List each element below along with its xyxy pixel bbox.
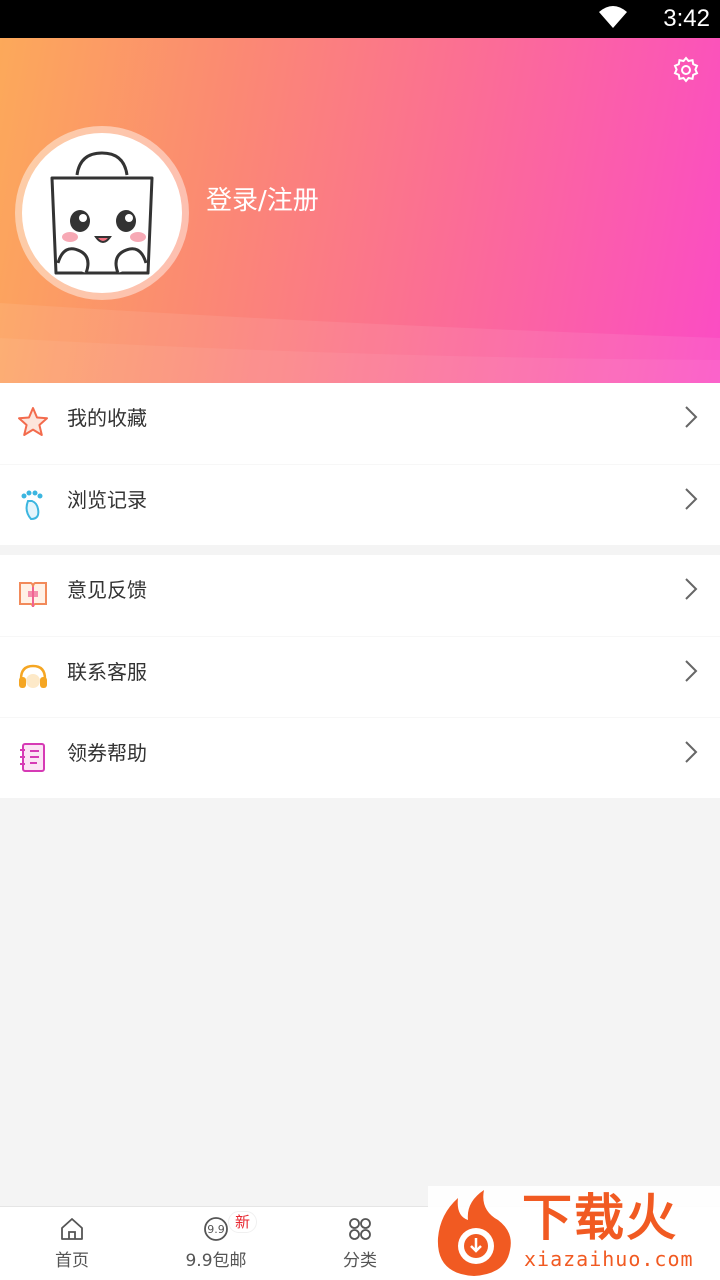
svg-text:9.9: 9.9 — [207, 1223, 225, 1236]
menu-item-label: 联系客服 — [67, 660, 147, 684]
flame-logo-icon — [437, 1190, 511, 1276]
watermark-url: xiazaihuo.com — [524, 1247, 694, 1271]
menu-item-favorites[interactable]: 我的收藏 — [0, 383, 720, 464]
tab-label: 首页 — [55, 1251, 89, 1271]
watermark: 下载火 xiazaihuo.com — [428, 1186, 720, 1280]
star-icon — [18, 407, 48, 436]
menu-item-coupon-help[interactable]: 领券帮助 — [0, 717, 720, 798]
tab-label: 9.9包邮 — [185, 1251, 247, 1271]
menu-item-label: 浏览记录 — [67, 488, 147, 512]
chevron-right-icon — [685, 660, 698, 682]
menu-item-label: 领券帮助 — [67, 741, 147, 765]
category-grid-icon — [349, 1218, 371, 1240]
menu-item-history[interactable]: 浏览记录 — [0, 464, 720, 545]
tab-home[interactable]: 首页 — [0, 1207, 144, 1280]
menu-item-label: 我的收藏 — [67, 406, 147, 430]
home-icon — [61, 1218, 83, 1240]
tab-label: 分类 — [343, 1251, 377, 1271]
menu-item-customer-service[interactable]: 联系客服 — [0, 636, 720, 717]
chevron-right-icon — [685, 488, 698, 510]
tab-nine-nine-free-shipping[interactable]: 9.9 9.9包邮 — [144, 1207, 288, 1280]
menu-group-personal: 我的收藏 浏览记录 — [0, 383, 720, 545]
status-bar: 3:42 — [0, 0, 720, 38]
chevron-right-icon — [685, 406, 698, 428]
watermark-title: 下载火 — [522, 1189, 678, 1247]
footprint-icon — [21, 490, 43, 521]
nine-nine-icon: 9.9 — [204, 1217, 228, 1241]
headset-icon — [19, 664, 47, 688]
settings-gear-icon[interactable] — [672, 56, 700, 84]
shopping-bag-mascot-icon — [50, 151, 154, 275]
menu-item-feedback[interactable]: 意见反馈 — [0, 555, 720, 636]
profile-header: 登录/注册 — [0, 38, 720, 383]
wifi-icon — [599, 6, 627, 28]
menu-item-label: 意见反馈 — [67, 578, 147, 602]
chevron-right-icon — [685, 741, 698, 763]
menu-group-support: 意见反馈 联系客服 领券帮助 — [0, 555, 720, 798]
chevron-right-icon — [685, 578, 698, 600]
feedback-book-icon — [19, 582, 47, 608]
notebook-icon — [20, 743, 45, 772]
new-badge: 新 — [228, 1211, 258, 1233]
status-time: 3:42 — [663, 5, 710, 32]
avatar[interactable] — [22, 133, 182, 293]
tab-category[interactable]: 分类 — [288, 1207, 432, 1280]
login-register-link[interactable]: 登录/注册 — [206, 184, 319, 218]
